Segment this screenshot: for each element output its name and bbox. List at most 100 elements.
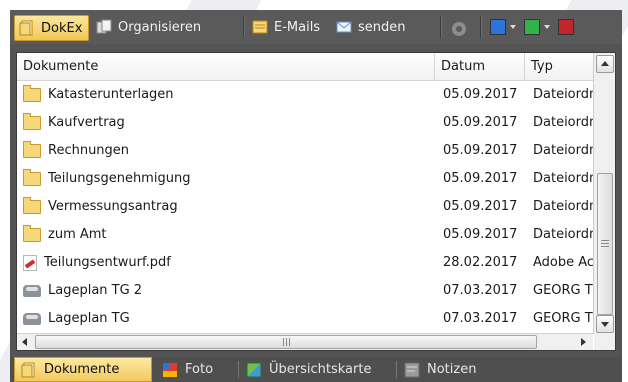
row-name: Rechnungen — [48, 143, 130, 158]
chevron-up-icon — [601, 61, 609, 66]
emails-button[interactable]: E-Mails — [252, 15, 320, 39]
row-name: Kaufvertrag — [48, 115, 125, 130]
organisieren-button[interactable]: Organisieren — [96, 15, 201, 39]
folder-icon — [23, 169, 41, 186]
tab-label: Notizen — [427, 362, 477, 377]
tab-label: Foto — [185, 362, 214, 377]
senden-label: senden — [358, 19, 406, 35]
row-type: Dateiordner — [533, 199, 593, 214]
row-name: Teilungsentwurf.pdf — [44, 255, 171, 270]
tab-label: Übersichtskarte — [269, 362, 372, 377]
dokex-label: DokEx — [41, 20, 83, 36]
tab-separator — [238, 361, 239, 378]
list-row[interactable]: Rechnungen 05.09.2017 Dateiordner — [17, 137, 593, 165]
organisieren-label: Organisieren — [118, 19, 202, 35]
car-icon — [23, 313, 41, 325]
scroll-right-icon[interactable] — [581, 338, 586, 346]
photo-icon — [162, 362, 178, 378]
notes-icon — [404, 362, 420, 378]
row-name: Katasterunterlagen — [48, 87, 174, 102]
row-date: 28.02.2017 — [443, 255, 518, 270]
tab-uebersichtskarte[interactable]: Übersichtskarte — [246, 357, 371, 382]
emails-label: E-Mails — [274, 19, 321, 35]
toolbar-separator — [440, 16, 442, 38]
map-icon — [246, 362, 262, 378]
scroll-down-button[interactable] — [596, 315, 614, 333]
grip-line — [283, 338, 284, 346]
list-header: Dokumente Datum Typ — [17, 53, 593, 81]
row-type: GEORG TG — [533, 311, 593, 326]
list-row[interactable]: Lageplan TG 2 07.03.2017 GEORG TG — [17, 277, 593, 305]
toolbar-separator — [480, 16, 482, 38]
tab-label: Dokumente — [44, 362, 120, 377]
row-name: Teilungsgenehmigung — [48, 171, 191, 186]
row-name: Lageplan TG 2 — [48, 283, 143, 298]
grip-line — [601, 240, 609, 241]
row-type: Dateiordner — [533, 227, 593, 242]
folder-icon — [23, 225, 41, 242]
document-list: Dokumente Datum Typ Katasterunterlagen 0… — [16, 52, 616, 351]
red-color-button[interactable] — [558, 19, 574, 35]
row-name: Lageplan TG — [48, 311, 130, 326]
row-date: 05.09.2017 — [443, 87, 518, 102]
column-header-dokumente[interactable]: Dokumente — [17, 53, 435, 80]
blue-color-dropdown-icon[interactable] — [510, 25, 516, 29]
row-date: 05.09.2017 — [443, 227, 518, 242]
row-name: Vermessungsantrag — [48, 199, 178, 214]
gear-icon — [450, 20, 466, 36]
folder-icon — [23, 113, 41, 130]
row-date: 05.09.2017 — [443, 115, 518, 130]
list-row[interactable]: Teilungsentwurf.pdf 28.02.2017 Adobe Acr… — [17, 249, 593, 277]
scroll-left-icon[interactable] — [22, 338, 27, 346]
folder-icon — [23, 85, 41, 102]
column-header-datum[interactable]: Datum — [435, 53, 525, 80]
tab-foto[interactable]: Foto — [162, 357, 213, 382]
vertical-scroll-thumb[interactable] — [597, 173, 613, 315]
grip-line — [289, 338, 290, 346]
row-type: Adobe Acrobat — [533, 255, 593, 270]
senden-button[interactable]: senden — [336, 15, 406, 39]
toolbar: DokEx Organisieren E-Mails senden — [10, 10, 622, 44]
settings-button[interactable] — [450, 16, 472, 40]
grip-line — [286, 338, 287, 346]
pdf-icon — [23, 255, 37, 271]
tab-separator — [396, 361, 397, 378]
email-archive-icon — [252, 19, 268, 35]
row-date: 07.03.2017 — [443, 311, 518, 326]
list-row[interactable]: zum Amt 05.09.2017 Dateiordner — [17, 221, 593, 249]
dokex-button[interactable]: DokEx — [14, 15, 90, 41]
organize-icon — [96, 19, 112, 35]
row-type: Dateiordner — [533, 87, 593, 102]
envelope-icon — [336, 19, 352, 35]
green-color-dropdown-icon[interactable] — [544, 25, 550, 29]
list-row[interactable]: Teilungsgenehmigung 05.09.2017 Dateiordn… — [17, 165, 593, 193]
list-row[interactable]: Kaufvertrag 05.09.2017 Dateiordner — [17, 109, 593, 137]
list-row[interactable]: Lageplan TG 07.03.2017 GEORG TG — [17, 305, 593, 333]
blue-color-button[interactable] — [490, 19, 506, 35]
column-header-typ[interactable]: Typ — [525, 53, 593, 80]
row-type: Dateiordner — [533, 143, 593, 158]
document-explorer-panel: DokEx Organisieren E-Mails senden Dokume… — [10, 10, 622, 382]
row-type: GEORG TG — [533, 283, 593, 298]
car-icon — [23, 285, 41, 297]
row-date: 05.09.2017 — [443, 199, 518, 214]
row-name: zum Amt — [48, 227, 107, 242]
toolbar-separator — [243, 16, 245, 38]
scroll-up-button[interactable] — [596, 55, 614, 73]
folder-icon — [23, 141, 41, 158]
tab-dokumente[interactable]: Dokumente — [14, 357, 152, 382]
horizontal-scroll-thumb[interactable] — [35, 335, 537, 349]
chevron-down-icon — [601, 322, 609, 327]
bottom-tab-bar: Dokumente Foto Übersichtskarte Notizen — [10, 357, 622, 382]
grip-line — [601, 243, 609, 244]
tab-notizen[interactable]: Notizen — [404, 357, 476, 382]
list-rows: Katasterunterlagen 05.09.2017 Dateiordne… — [17, 81, 593, 334]
green-color-button[interactable] — [524, 19, 540, 35]
document-icon — [21, 362, 37, 378]
grip-line — [601, 246, 609, 247]
horizontal-scrollbar[interactable] — [17, 333, 593, 350]
list-row[interactable]: Vermessungsantrag 05.09.2017 Dateiordner — [17, 193, 593, 221]
list-row[interactable]: Katasterunterlagen 05.09.2017 Dateiordne… — [17, 81, 593, 109]
row-type: Dateiordner — [533, 171, 593, 186]
vertical-scrollbar[interactable] — [593, 53, 615, 334]
